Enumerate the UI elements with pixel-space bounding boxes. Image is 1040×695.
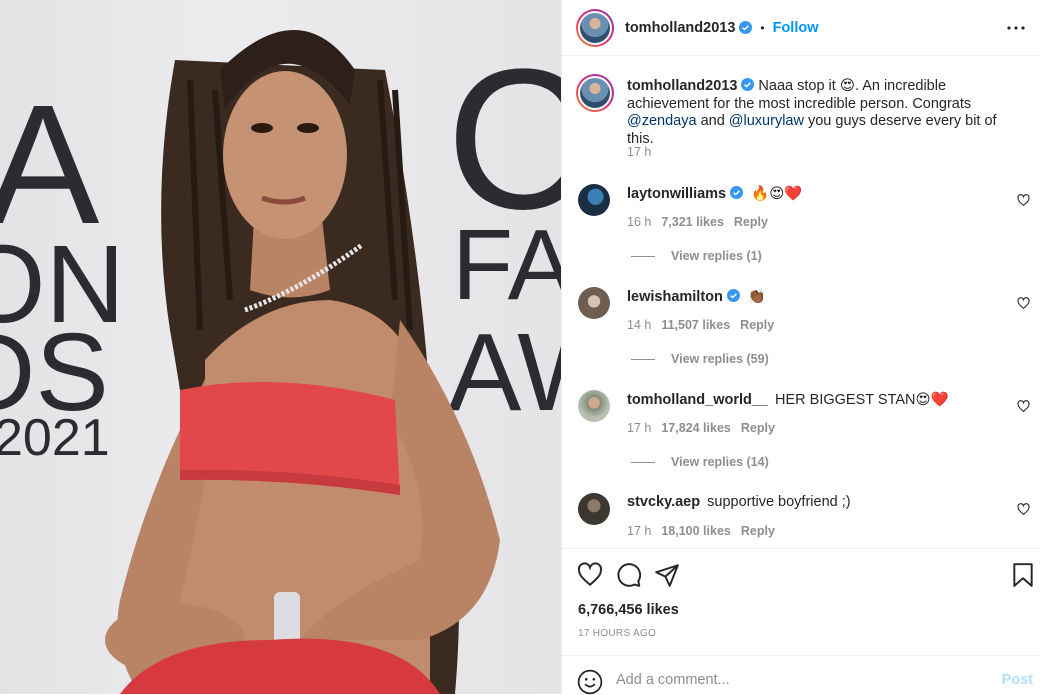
- verified-badge-icon: [739, 21, 753, 34]
- comment-likes[interactable]: 17,824 likes: [661, 421, 731, 435]
- post-header: tomholland2013 • Follow: [562, 0, 1040, 56]
- comment-body: 👏🏾: [747, 289, 766, 305]
- comment-meta: 17 h 18,100 likes Reply: [627, 524, 775, 538]
- reply-button[interactable]: Reply: [734, 215, 768, 229]
- commenter-avatar[interactable]: [578, 493, 610, 525]
- view-replies-button[interactable]: View replies (14): [631, 455, 769, 469]
- comment-time[interactable]: 16 h: [627, 215, 651, 229]
- comment-meta: 14 h 11,507 likes Reply: [627, 318, 774, 332]
- view-replies-label: View replies (59): [671, 352, 769, 366]
- post-photo[interactable]: A ON DS 2021 C FA AW: [0, 0, 561, 694]
- add-comment-bar: Post: [562, 655, 1040, 695]
- commenter-username[interactable]: tomholland_world__: [627, 392, 768, 408]
- like-comment-heart-icon[interactable]: [1017, 194, 1030, 207]
- post-actions: 6,766,456 likes 17 HOURS AGO: [562, 548, 1040, 654]
- comment-body: supportive boyfriend ;): [707, 494, 851, 510]
- comment-body: 🔥😍❤️: [751, 186, 803, 202]
- save-bookmark-icon[interactable]: [1010, 562, 1036, 588]
- more-options-icon[interactable]: [1004, 16, 1028, 40]
- comment-time[interactable]: 17 h: [627, 524, 651, 538]
- share-paper-plane-icon[interactable]: [654, 562, 680, 588]
- post-comment-button[interactable]: Post: [1002, 672, 1033, 688]
- view-replies-label: View replies (14): [671, 455, 769, 469]
- view-replies-label: View replies (1): [671, 249, 762, 263]
- commenter-avatar[interactable]: [578, 287, 610, 319]
- comment-likes[interactable]: 7,321 likes: [661, 215, 724, 229]
- comment-bubble-icon[interactable]: [616, 562, 642, 588]
- comments-section[interactable]: tomholland2013 Naaa stop it 😍. An incred…: [562, 57, 1040, 548]
- likes-count[interactable]: 6,766,456 likes: [578, 602, 679, 618]
- verified-badge-icon: [726, 289, 740, 302]
- author-username[interactable]: tomholland2013: [625, 20, 735, 36]
- comment-text: lewishamilton 👏🏾: [627, 288, 766, 305]
- instagram-post: A ON DS 2021 C FA AW: [0, 0, 1040, 695]
- commenter-avatar[interactable]: [578, 184, 610, 216]
- caption-username[interactable]: tomholland2013: [627, 78, 737, 94]
- comment-time[interactable]: 17 h: [627, 421, 651, 435]
- person-figure: [105, 30, 500, 694]
- caption-text: tomholland2013 Naaa stop it 😍. An incred…: [627, 78, 1027, 148]
- reply-button[interactable]: Reply: [741, 421, 775, 435]
- mention-link[interactable]: @luxurylaw: [729, 113, 804, 129]
- reply-button[interactable]: Reply: [741, 524, 775, 538]
- post-caption: tomholland2013 Naaa stop it 😍. An incred…: [576, 74, 1036, 159]
- like-heart-icon[interactable]: [577, 562, 603, 588]
- like-comment-heart-icon[interactable]: [1017, 400, 1030, 413]
- post-time-ago[interactable]: 17 HOURS AGO: [578, 628, 656, 639]
- reply-button[interactable]: Reply: [740, 318, 774, 332]
- comment-body: HER BIGGEST STAN😍❤️: [775, 392, 949, 408]
- comment-text: laytonwilliams 🔥😍❤️: [627, 185, 802, 202]
- comment-text: tomholland_world__ HER BIGGEST STAN😍❤️: [627, 391, 949, 408]
- commenter-username[interactable]: laytonwilliams: [627, 186, 726, 202]
- follow-button[interactable]: Follow: [773, 20, 819, 36]
- post-side-panel: tomholland2013 • Follow tomholland2013 N…: [561, 0, 1040, 695]
- commenter-avatar[interactable]: [578, 390, 610, 422]
- commenter-username[interactable]: stvcky.aep: [627, 494, 700, 510]
- comment-meta: 16 h 7,321 likes Reply: [627, 215, 768, 229]
- verified-badge-icon: [741, 78, 755, 91]
- comment-time[interactable]: 14 h: [627, 318, 651, 332]
- comment-likes[interactable]: 11,507 likes: [661, 318, 730, 332]
- author-avatar[interactable]: [576, 8, 614, 47]
- caption-avatar[interactable]: [576, 74, 614, 112]
- mention-link[interactable]: @zendaya: [627, 113, 697, 129]
- verified-badge-icon: [730, 186, 744, 199]
- like-comment-heart-icon[interactable]: [1017, 297, 1030, 310]
- comment-text: stvcky.aep supportive boyfriend ;): [627, 494, 851, 510]
- view-replies-button[interactable]: View replies (59): [631, 352, 769, 366]
- caption-body-2: and: [696, 113, 729, 129]
- emoji-smiley-icon[interactable]: [577, 669, 603, 695]
- view-replies-button[interactable]: View replies (1): [631, 249, 762, 263]
- comment-likes[interactable]: 18,100 likes: [661, 524, 731, 538]
- like-comment-heart-icon[interactable]: [1017, 503, 1030, 516]
- commenter-username[interactable]: lewishamilton: [627, 289, 723, 305]
- comment-meta: 17 h 17,824 likes Reply: [627, 421, 775, 435]
- add-comment-input[interactable]: [616, 672, 976, 688]
- header-separator: •: [760, 20, 765, 35]
- caption-time[interactable]: 17 h: [627, 145, 651, 159]
